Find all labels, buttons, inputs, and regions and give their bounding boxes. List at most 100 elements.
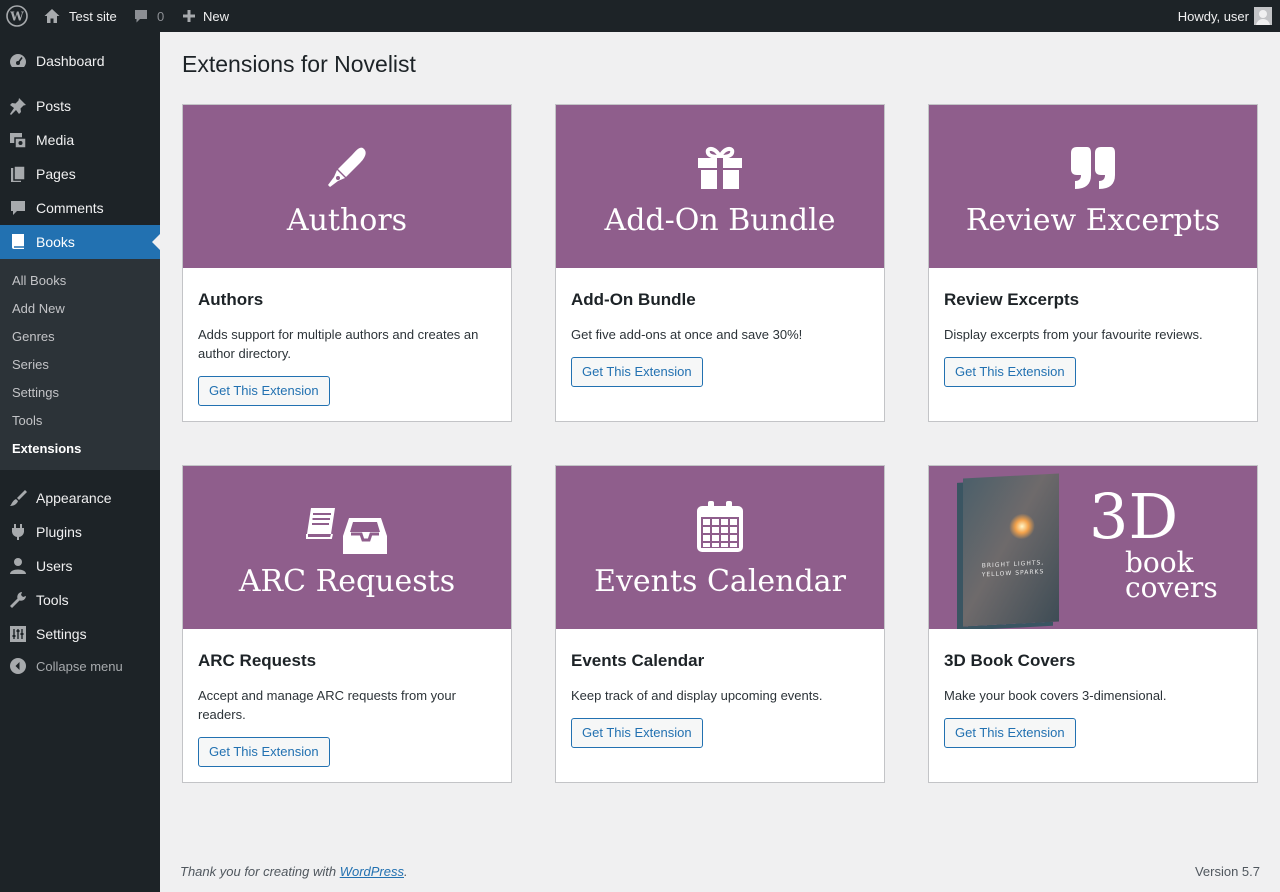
book-inbox-icon xyxy=(305,506,389,554)
banner-text-covers: covers xyxy=(1125,571,1218,604)
wordpress-logo-icon[interactable]: W xyxy=(6,0,28,32)
plugin-icon xyxy=(8,522,28,542)
footer-thanks-prefix: Thank you for creating with xyxy=(180,864,340,879)
extension-card-arc-requests: ARC Requests ARC Requests Accept and man… xyxy=(182,465,512,783)
extension-card-3d-book-covers: BRIGHT LIGHTS, YELLOW SPARKS 3D book cov… xyxy=(928,465,1258,783)
menu-item-appearance[interactable]: Appearance xyxy=(0,481,160,515)
site-name-link[interactable]: Test site xyxy=(43,0,117,32)
extension-description: Keep track of and display upcoming event… xyxy=(571,688,823,703)
home-icon xyxy=(43,7,61,25)
svg-text:W: W xyxy=(9,10,24,24)
extension-card-add-on-bundle: Add-On Bundle Add-On Bundle Get five add… xyxy=(555,104,885,422)
banner-text: ARC Requests xyxy=(238,564,456,599)
extension-description: Get five add-ons at once and save 30%! xyxy=(571,327,803,342)
get-extension-button[interactable]: Get This Extension xyxy=(571,357,703,387)
banner-text: Review Excerpts xyxy=(965,203,1221,238)
menu-item-dashboard[interactable]: Dashboard xyxy=(0,44,160,78)
banner-text-3d: 3D xyxy=(1089,480,1179,553)
collapse-arrow-icon xyxy=(8,656,28,676)
howdy-label: Howdy, user xyxy=(1177,8,1249,24)
menu-item-comments[interactable]: Comments xyxy=(0,191,160,225)
menu-label-plugins: Plugins xyxy=(36,524,82,540)
fountain-pen-icon xyxy=(324,145,370,191)
extension-description: Accept and manage ARC requests from your… xyxy=(198,688,456,722)
new-content-link[interactable]: New xyxy=(182,0,229,32)
get-extension-button[interactable]: Get This Extension xyxy=(944,718,1076,748)
extension-banner: Add-On Bundle xyxy=(556,105,884,268)
comments-count: 0 xyxy=(157,8,165,24)
extension-description: Adds support for multiple authors and cr… xyxy=(198,327,479,361)
menu-item-posts[interactable]: Posts xyxy=(0,89,160,123)
get-extension-button[interactable]: Get This Extension xyxy=(198,737,330,767)
submenu-item-all-books[interactable]: All Books xyxy=(12,273,66,288)
extension-banner: ARC Requests xyxy=(183,466,511,629)
admin-sidebar: Dashboard Posts Media Pages Comments Boo… xyxy=(0,32,160,892)
menu-item-pages[interactable]: Pages xyxy=(0,157,160,191)
collapse-menu-button[interactable]: Collapse menu xyxy=(0,649,160,683)
menu-item-tools[interactable]: Tools xyxy=(0,583,160,617)
books-submenu: All Books Add New Genres Series Settings… xyxy=(0,259,160,470)
submenu-item-settings[interactable]: Settings xyxy=(12,385,59,400)
menu-label-tools: Tools xyxy=(36,592,69,608)
menu-label-settings: Settings xyxy=(36,626,87,642)
menu-label-media: Media xyxy=(36,132,75,148)
extension-card-review-excerpts: Review Excerpts Review Excerpts Display … xyxy=(928,104,1258,422)
extension-description: Make your book covers 3-dimensional. xyxy=(944,688,1167,703)
submenu-item-extensions[interactable]: Extensions xyxy=(12,441,81,456)
menu-label-comments: Comments xyxy=(36,200,104,216)
footer-thanks-suffix: . xyxy=(404,864,408,879)
book-cover-text: BRIGHT LIGHTS, YELLOW SPARKS xyxy=(981,559,1045,579)
extension-title: Review Excerpts xyxy=(944,290,1080,309)
menu-label-dashboard: Dashboard xyxy=(36,53,105,69)
extension-card-authors: Authors Authors Adds support for multipl… xyxy=(182,104,512,422)
extension-banner: BRIGHT LIGHTS, YELLOW SPARKS 3D book cov… xyxy=(929,466,1257,629)
extension-title: Events Calendar xyxy=(571,651,705,670)
banner-text: Authors xyxy=(286,203,408,238)
menu-label-appearance: Appearance xyxy=(36,490,112,506)
pushpin-icon xyxy=(8,96,28,116)
extension-title: 3D Book Covers xyxy=(944,651,1076,670)
page-title: Extensions for Novelist xyxy=(182,51,416,77)
submenu-item-genres[interactable]: Genres xyxy=(12,329,55,344)
extension-description: Display excerpts from your favourite rev… xyxy=(944,327,1203,342)
extension-title: ARC Requests xyxy=(198,651,317,670)
user-icon xyxy=(8,556,28,576)
extension-banner: Authors xyxy=(183,105,511,268)
plus-icon xyxy=(182,9,196,23)
calendar-icon xyxy=(695,501,745,552)
menu-item-media[interactable]: Media xyxy=(0,123,160,157)
menu-item-plugins[interactable]: Plugins xyxy=(0,515,160,549)
my-account-link[interactable]: Howdy, user xyxy=(1178,0,1272,32)
extension-title: Add-On Bundle xyxy=(571,290,696,309)
banner-text-book-covers: book covers xyxy=(1125,549,1218,604)
media-icon xyxy=(8,130,28,150)
comments-link[interactable]: 0 xyxy=(133,0,164,32)
banner-text: Add-On Bundle xyxy=(604,203,836,238)
menu-label-books: Books xyxy=(36,234,75,250)
extension-banner: Events Calendar xyxy=(556,466,884,629)
menu-label-posts: Posts xyxy=(36,98,72,114)
avatar xyxy=(1254,7,1272,25)
new-label: New xyxy=(203,8,230,24)
submenu-item-tools[interactable]: Tools xyxy=(12,413,42,428)
submenu-item-series[interactable]: Series xyxy=(12,357,49,372)
book-icon xyxy=(8,232,28,252)
submenu-item-add-new[interactable]: Add New xyxy=(12,301,65,316)
wordpress-link[interactable]: WordPress xyxy=(340,864,404,879)
menu-label-pages: Pages xyxy=(36,166,76,182)
menu-item-books[interactable]: Books xyxy=(0,225,160,259)
extension-title: Authors xyxy=(198,290,264,309)
get-extension-button[interactable]: Get This Extension xyxy=(571,718,703,748)
quote-icon xyxy=(1067,145,1119,191)
dashboard-icon xyxy=(8,51,28,71)
book-cover-image: BRIGHT LIGHTS, YELLOW SPARKS xyxy=(963,473,1059,627)
pages-icon xyxy=(8,164,28,184)
settings-icon xyxy=(8,624,28,644)
menu-item-settings[interactable]: Settings xyxy=(0,617,160,651)
get-extension-button[interactable]: Get This Extension xyxy=(944,357,1076,387)
extension-banner: Review Excerpts xyxy=(929,105,1257,268)
footer-thanks: Thank you for creating with WordPress. xyxy=(180,864,408,879)
menu-item-users[interactable]: Users xyxy=(0,549,160,583)
extension-card-events-calendar: Events Calendar Events Calendar Keep tra… xyxy=(555,465,885,783)
get-extension-button[interactable]: Get This Extension xyxy=(198,376,330,406)
